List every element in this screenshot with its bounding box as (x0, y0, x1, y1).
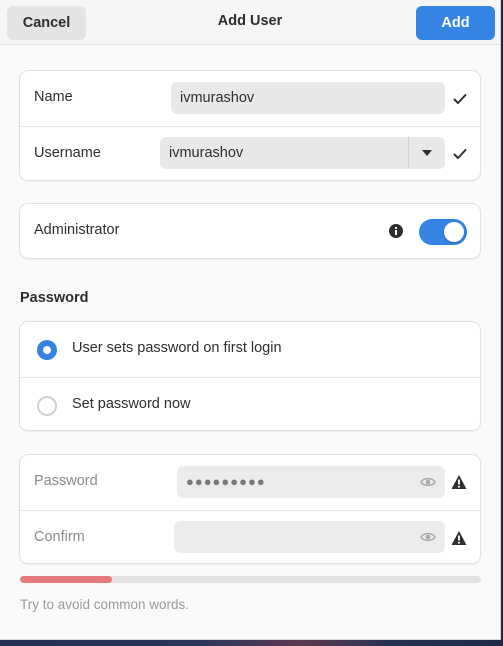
eye-icon[interactable] (420, 474, 436, 490)
password-hint: Try to avoid common words. (20, 597, 190, 612)
switch-knob (444, 222, 464, 242)
password-label: Password (34, 473, 98, 489)
dropdown-arrow-icon (422, 150, 432, 156)
password-field[interactable]: ●●●●●●●●● (177, 466, 445, 498)
name-row: Name ivmurashov (20, 71, 480, 126)
account-card: Name ivmurashov Username ivmurashov (19, 70, 481, 181)
header-bar: Cancel Add User Add (0, 0, 500, 45)
confirm-field[interactable] (174, 521, 445, 553)
password-warning-icon (451, 475, 467, 489)
name-field[interactable]: ivmurashov (171, 82, 445, 114)
username-check-icon (453, 149, 467, 159)
info-icon[interactable] (389, 224, 403, 238)
name-check-icon (453, 94, 467, 104)
password-strength-fill (20, 576, 113, 583)
option-first-login[interactable]: User sets password on first login (20, 322, 480, 377)
eye-icon[interactable] (420, 529, 436, 545)
administrator-label: Administrator (34, 222, 120, 238)
administrator-card: Administrator (19, 203, 481, 259)
confirm-warning-icon (451, 531, 467, 545)
username-row: Username ivmurashov (20, 126, 480, 182)
password-entry-card: Password ●●●●●●●●● Confirm (19, 454, 481, 564)
radio-set-now[interactable] (37, 396, 57, 416)
confirm-label: Confirm (34, 529, 85, 545)
password-row: Password ●●●●●●●●● (20, 455, 480, 510)
password-strength-bar (20, 576, 481, 583)
username-value: ivmurashov (169, 145, 244, 161)
username-label: Username (34, 145, 101, 161)
add-user-dialog: Cancel Add User Add Name ivmurashov User… (0, 0, 501, 640)
administrator-switch[interactable] (419, 219, 467, 245)
password-section-title: Password (20, 290, 89, 306)
option-first-login-label: User sets password on first login (72, 340, 282, 356)
name-label: Name (34, 89, 73, 105)
desktop-background-bottom (0, 639, 503, 646)
option-set-now-label: Set password now (72, 396, 191, 412)
password-dots: ●●●●●●●●● (186, 474, 266, 489)
password-options-card: User sets password on first login Set pa… (19, 321, 481, 431)
confirm-row: Confirm (20, 510, 480, 566)
option-set-now[interactable]: Set password now (20, 377, 480, 433)
add-button[interactable]: Add (416, 6, 495, 40)
username-dropdown-button[interactable] (408, 137, 445, 169)
radio-first-login[interactable] (37, 340, 57, 360)
username-combo[interactable]: ivmurashov (160, 137, 445, 169)
